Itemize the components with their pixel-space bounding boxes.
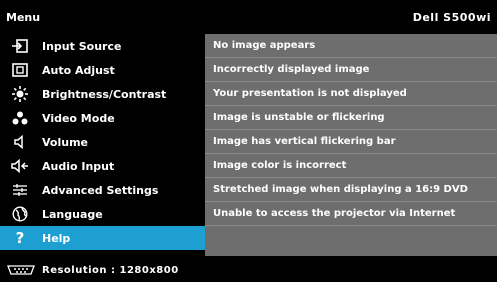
menu-item-label: Auto Adjust bbox=[42, 63, 115, 77]
menu-item-label: Advanced Settings bbox=[42, 183, 159, 197]
menu-item-language[interactable]: Language bbox=[0, 202, 205, 226]
menu-item-audio-input[interactable]: Audio Input bbox=[0, 154, 205, 178]
menu-item-label: Video Mode bbox=[42, 111, 115, 125]
menu-item-label: Language bbox=[42, 207, 103, 221]
help-icon: ? bbox=[15, 229, 25, 247]
menu-item-label: Audio Input bbox=[42, 159, 115, 173]
help-item[interactable]: Image is unstable or flickering bbox=[205, 106, 497, 130]
help-item[interactable]: Incorrectly displayed image bbox=[205, 58, 497, 82]
osd-header: Menu Dell S500wi bbox=[0, 0, 497, 34]
menu-item-label: Input Source bbox=[42, 39, 122, 53]
advanced-settings-icon bbox=[6, 178, 34, 202]
auto-adjust-icon bbox=[6, 58, 34, 82]
audio-input-icon bbox=[6, 154, 34, 178]
menu-item-label: Help bbox=[42, 231, 71, 245]
input-source-icon bbox=[6, 34, 34, 58]
model-name: Dell S500wi bbox=[412, 10, 491, 24]
video-mode-icon bbox=[6, 106, 34, 130]
main-menu: Input Source Auto Adjust Brightness/Cont… bbox=[0, 34, 205, 256]
help-item[interactable]: Stretched image when displaying a 16:9 D… bbox=[205, 178, 497, 202]
menu-item-label: Brightness/Contrast bbox=[42, 87, 167, 101]
menu-item-auto-adjust[interactable]: Auto Adjust bbox=[0, 58, 205, 82]
help-item[interactable]: Your presentation is not displayed bbox=[205, 82, 497, 106]
menu-item-help[interactable]: ? Help bbox=[0, 226, 205, 250]
resolution-readout: Resolution : 1280x800 bbox=[42, 264, 179, 276]
volume-icon bbox=[6, 130, 34, 154]
brightness-icon bbox=[6, 82, 34, 106]
menu-item-advanced-settings[interactable]: Advanced Settings bbox=[0, 178, 205, 202]
menu-item-volume[interactable]: Volume bbox=[0, 130, 205, 154]
menu-item-input-source[interactable]: Input Source bbox=[0, 34, 205, 58]
help-item[interactable]: Image has vertical flickering bar bbox=[205, 130, 497, 154]
help-item[interactable]: Image color is incorrect bbox=[205, 154, 497, 178]
help-submenu: No image appears Incorrectly displayed i… bbox=[205, 34, 497, 256]
status-bar: Resolution : 1280x800 bbox=[0, 258, 497, 282]
menu-item-video-mode[interactable]: Video Mode bbox=[0, 106, 205, 130]
menu-item-brightness-contrast[interactable]: Brightness/Contrast bbox=[0, 82, 205, 106]
menu-title: Menu bbox=[6, 10, 41, 24]
projector-osd: Menu Dell S500wi Input Source Auto Adjus… bbox=[0, 0, 497, 282]
help-item[interactable]: No image appears bbox=[205, 34, 497, 58]
connector-icon bbox=[6, 263, 36, 277]
help-item[interactable]: Unable to access the projector via Inter… bbox=[205, 202, 497, 226]
menu-item-label: Volume bbox=[42, 135, 88, 149]
language-icon bbox=[6, 202, 34, 226]
